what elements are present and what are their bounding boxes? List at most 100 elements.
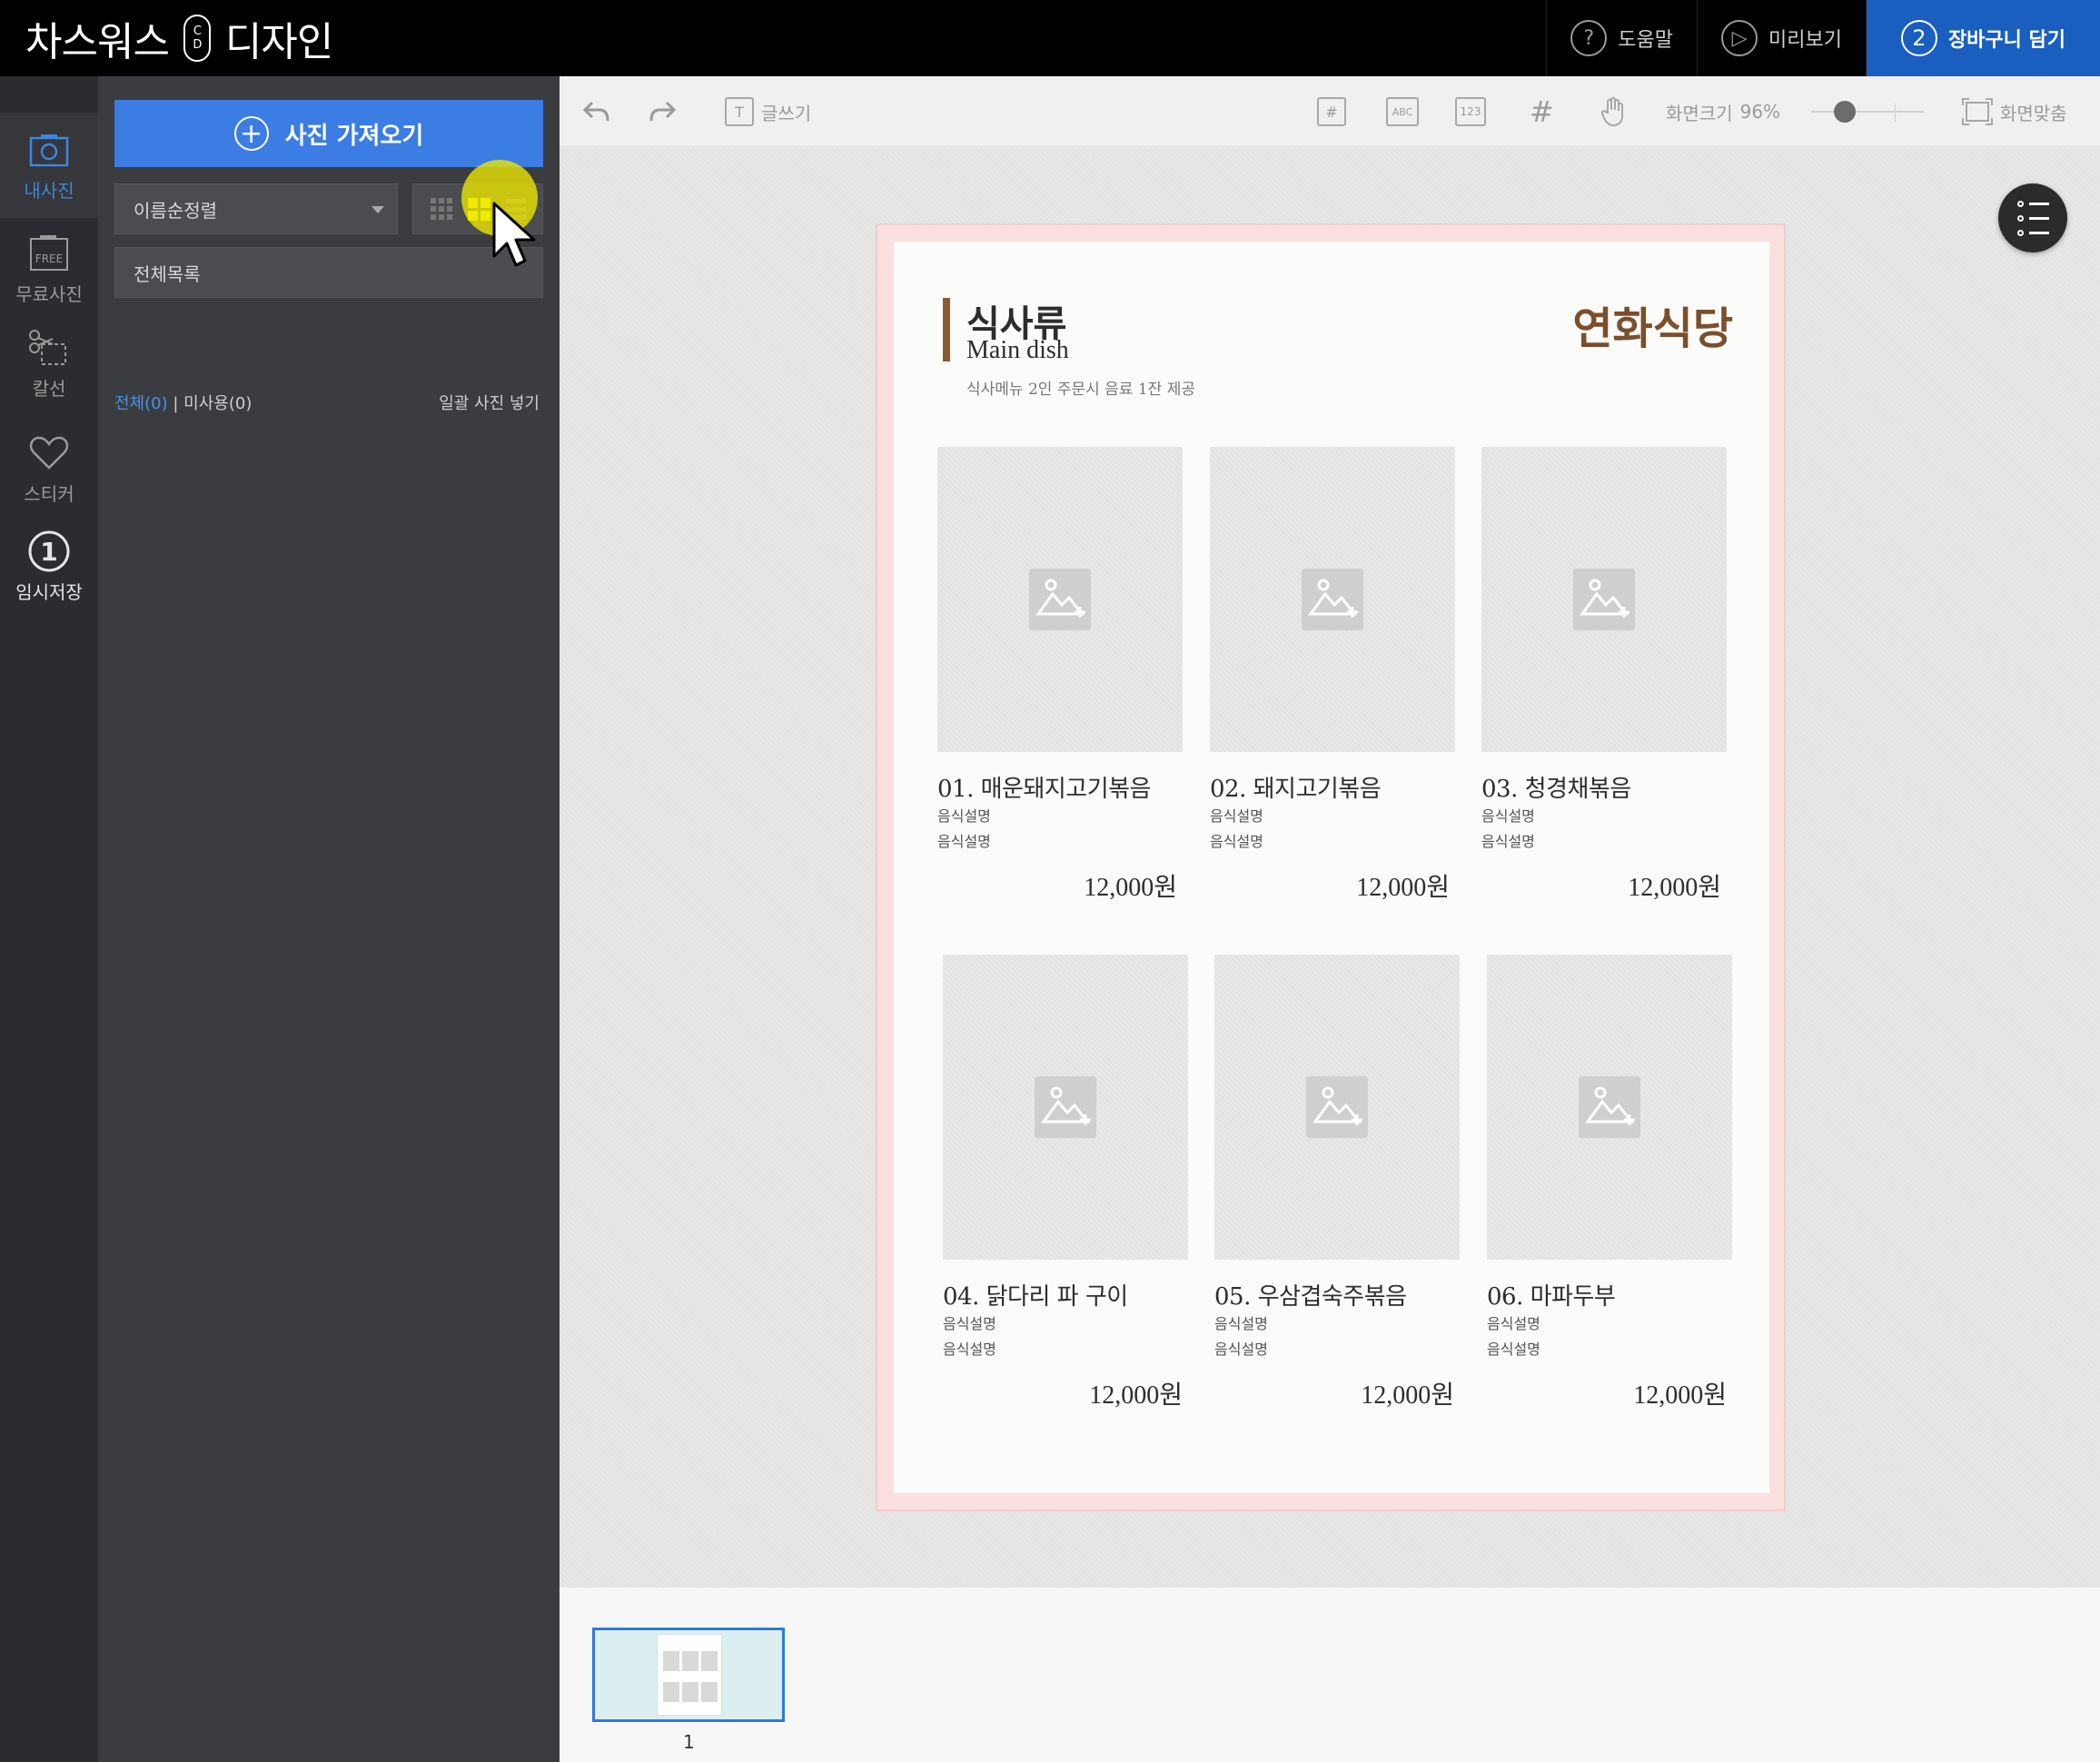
photo-placeholder[interactable] [937, 447, 1183, 752]
item-price[interactable]: 12,000원 [1481, 867, 1727, 904]
toolbar-divider [1895, 104, 1896, 122]
menu-note[interactable]: 식사메뉴 2인 주문시 음료 1잔 제공 [966, 376, 1195, 399]
add-to-cart-label: 장바구니 담기 [1947, 29, 2066, 52]
menu-sheet: 식사류 Main dish 연화식당 식사메뉴 2인 주문시 음료 1잔 제공 … [876, 223, 1786, 1511]
top-bar: 차스워스 C D 디자인 ? 도움말 ▷ 미리보기 2 장바구니 담기 [0, 0, 2100, 76]
photo-placeholder[interactable] [943, 955, 1188, 1260]
photo-placeholder[interactable] [1214, 955, 1460, 1260]
plus-circle-icon: + [233, 116, 269, 151]
add-to-cart-button[interactable]: 2 장바구니 담기 [1866, 0, 2100, 76]
abc-tool[interactable]: ABC [1386, 76, 1419, 147]
item-description[interactable]: 음식설명 [943, 1337, 1188, 1362]
help-button[interactable]: ? 도움말 [1546, 0, 1697, 76]
fit-screen-button[interactable]: 화면맞춤 [1962, 76, 2067, 147]
item-description[interactable]: 음식설명 [1214, 1312, 1460, 1337]
item-price[interactable]: 12,000원 [1210, 867, 1455, 904]
item-name[interactable]: 06. 마파두부 [1487, 1278, 1732, 1312]
filter-all-link[interactable]: 전체(0) [114, 394, 168, 413]
small-grid-view-icon[interactable] [430, 198, 452, 220]
item-description[interactable]: 음식설명 [937, 804, 1183, 829]
help-label: 도움말 [1618, 29, 1674, 52]
undo-button[interactable] [581, 76, 610, 147]
sort-select-value: 이름순정렬 [134, 199, 217, 222]
item-description[interactable]: 음식설명 [1481, 829, 1727, 855]
folder-select[interactable]: 전체목록 [114, 247, 543, 298]
grid-toggle[interactable]: # [1530, 76, 1554, 147]
item-description[interactable]: 음식설명 [1487, 1312, 1732, 1337]
import-photos-button[interactable]: + 사진 가져오기 [114, 100, 543, 167]
folder-select-value: 전체목록 [134, 262, 201, 285]
zoom-value: 96% [1739, 101, 1781, 123]
add-image-icon [1302, 569, 1363, 630]
rail-item-my-photos[interactable]: 내사진 [0, 113, 98, 218]
item-price[interactable]: 12,000원 [1214, 1375, 1460, 1411]
page-thumbnail-preview [657, 1634, 722, 1716]
sort-select[interactable]: 이름순정렬 [114, 183, 398, 234]
mouse-pointer-icon [492, 202, 536, 267]
bulk-insert-link[interactable]: 일괄 사진 넣기 [439, 391, 540, 414]
page-number-tool[interactable]: # [1317, 76, 1346, 147]
hand-icon [1600, 96, 1623, 127]
zoom-slider-track[interactable] [1811, 111, 1924, 113]
text-tool-button[interactable]: T 글쓰기 [725, 76, 811, 147]
hand-tool[interactable] [1600, 76, 1628, 147]
item-name[interactable]: 04. 닭다리 파 구이 [943, 1278, 1188, 1312]
rail-label-temp-save: 임시저장 [15, 581, 83, 603]
item-description[interactable]: 음식설명 [943, 1312, 1188, 1337]
add-image-icon [1035, 1076, 1096, 1138]
category-accent-bar [943, 298, 950, 361]
photo-placeholder[interactable] [1481, 447, 1727, 752]
item-name[interactable]: 02. 돼지고기볶음 [1210, 770, 1455, 804]
temp-save-badge: 1 [40, 537, 57, 567]
photo-placeholder[interactable] [1487, 955, 1732, 1260]
item-description[interactable]: 음식설명 [1214, 1337, 1460, 1362]
item-price[interactable]: 12,000원 [943, 1375, 1188, 1411]
text-box-icon: T [725, 97, 754, 126]
zoom-slider-handle[interactable] [1834, 101, 1857, 123]
page-strip: 1 [560, 1588, 2100, 1762]
list-icon [2016, 200, 2049, 236]
zoom-label: 화면크기 [1666, 102, 1733, 124]
item-description[interactable]: 음식설명 [937, 829, 1183, 855]
menu-item: 04. 닭다리 파 구이 음식설명 음식설명 12,000원 [943, 955, 1188, 1411]
item-name[interactable]: 01. 매운돼지고기볶음 [937, 770, 1183, 804]
layer-list-button[interactable] [1998, 183, 2067, 252]
tool-rail: 내사진 FREE 무료사진 칼선 스티커 1 임시저장 [0, 76, 98, 1762]
item-description[interactable]: 음식설명 [1481, 804, 1727, 829]
number-tool[interactable]: 123 [1455, 76, 1486, 147]
chevron-down-icon [371, 206, 384, 213]
preview-button[interactable]: ▷ 미리보기 [1697, 0, 1866, 76]
brand-text-right: 디자인 [224, 19, 333, 65]
import-photos-label: 사진 가져오기 [284, 122, 424, 150]
brand-text-left: 차스워스 [25, 19, 170, 65]
photo-placeholder[interactable] [1210, 447, 1455, 752]
grid-icon: # [1530, 94, 1554, 129]
item-price[interactable]: 12,000원 [1487, 1375, 1732, 1411]
heart-icon [26, 432, 72, 474]
rail-label-sticker: 스티커 [24, 483, 74, 505]
menu-item: 02. 돼지고기볶음 음식설명 음식설명 12,000원 [1210, 447, 1455, 904]
editor-toolbar: T 글쓰기 # ABC 123 # 화면크기 96% 화면맞춤 [560, 76, 2100, 147]
redo-button[interactable] [649, 76, 678, 147]
rail-item-temp-save[interactable]: 1 임시저장 [0, 530, 98, 630]
item-name[interactable]: 03. 청경채볶음 [1481, 770, 1727, 804]
item-description[interactable]: 음식설명 [1210, 829, 1455, 855]
step-two-icon: 2 [1900, 20, 1937, 56]
item-description[interactable]: 음식설명 [1210, 804, 1455, 829]
add-image-icon [1029, 569, 1091, 630]
restaurant-name[interactable]: 연화식당 [1572, 292, 1733, 356]
filter-unused-link[interactable]: 미사용(0) [183, 394, 252, 413]
add-image-icon [1306, 1076, 1368, 1138]
item-price[interactable]: 12,000원 [937, 867, 1183, 904]
text-tool-label: 글쓰기 [761, 102, 812, 124]
menu-item: 06. 마파두부 음식설명 음식설명 12,000원 [1487, 955, 1732, 1411]
item-name[interactable]: 05. 우삼겹숙주볶음 [1214, 1278, 1460, 1312]
item-description[interactable]: 음식설명 [1487, 1337, 1732, 1362]
rail-item-sticker[interactable]: 스티커 [0, 432, 98, 523]
brand-pill-top: C [193, 25, 202, 38]
rail-item-cut-line[interactable]: 칼선 [0, 327, 98, 418]
page-thumbnail[interactable] [592, 1628, 785, 1722]
menu-paper: 식사류 Main dish 연화식당 식사메뉴 2인 주문시 음료 1잔 제공 … [894, 242, 1769, 1493]
category-subtitle[interactable]: Main dish [966, 336, 1069, 365]
rail-item-free-photos[interactable]: FREE 무료사진 [0, 233, 98, 323]
